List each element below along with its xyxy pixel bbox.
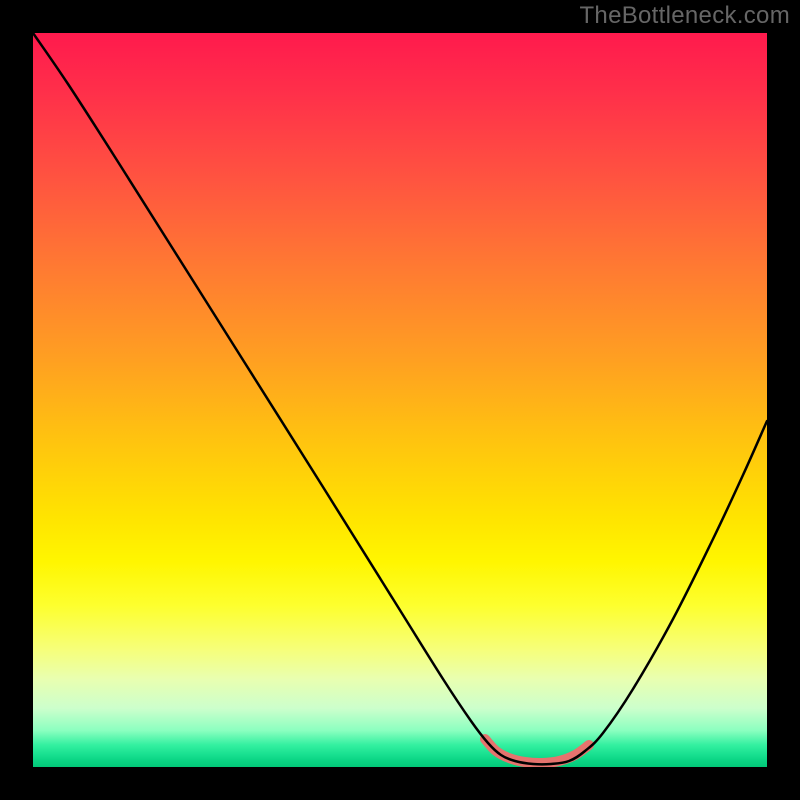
plot-area bbox=[33, 33, 767, 767]
watermark-text: TheBottleneck.com bbox=[579, 2, 790, 30]
main-curve bbox=[33, 33, 767, 764]
curve-layer bbox=[33, 33, 767, 767]
chart-frame: TheBottleneck.com bbox=[0, 0, 800, 800]
